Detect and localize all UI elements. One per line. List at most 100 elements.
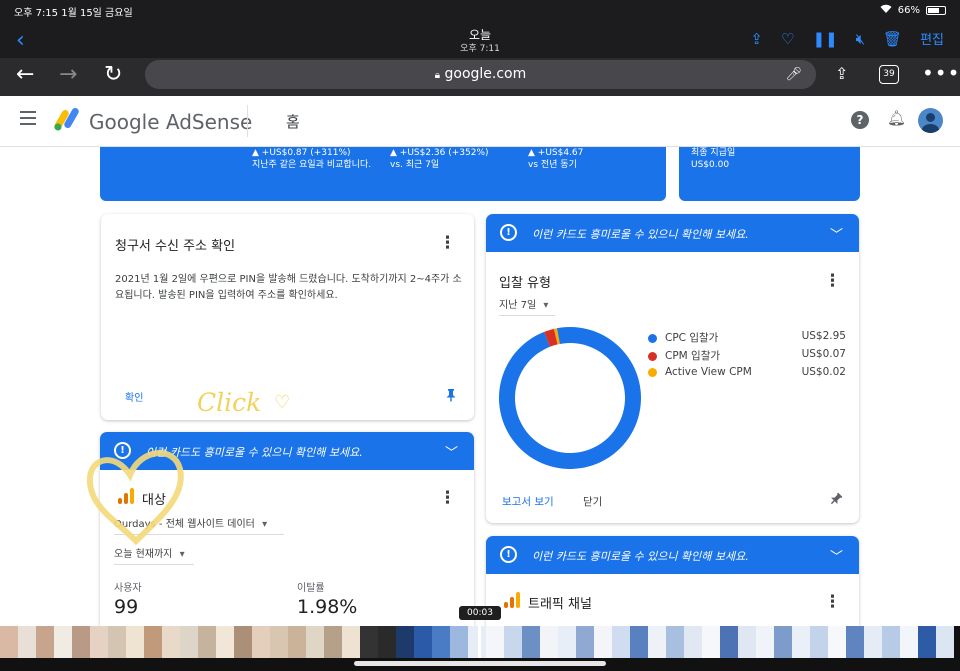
brand-name: Google AdSense xyxy=(89,110,253,134)
back-arrow-icon[interactable]: ← xyxy=(16,62,34,87)
video-thumbnail xyxy=(252,626,270,658)
video-thumbnail xyxy=(846,626,864,658)
video-thumbnail xyxy=(288,626,306,658)
photos-toolbar: ‹ 오늘 오후 7:11 ⇪ ♡ ❚❚ 🔇︎ 🗑︎ 편집 xyxy=(0,22,960,58)
legend-value: US$0.02 xyxy=(801,366,846,378)
tab-count-button[interactable]: 39 xyxy=(879,65,899,84)
more-icon[interactable]: ••• xyxy=(922,61,960,85)
forward-arrow-icon[interactable]: → xyxy=(59,62,77,87)
view-report-link[interactable]: 보고서 보기 xyxy=(502,494,554,509)
microphone-icon[interactable]: 🎤︎ xyxy=(785,60,802,89)
video-time: 00:03 xyxy=(459,606,501,620)
video-thumbnail xyxy=(756,626,774,658)
video-thumbnail xyxy=(18,626,36,658)
earnings-summary-card: ▲ +US$0.87 (+311%) 지난주 같은 요일과 비교합니다. ▲ +… xyxy=(100,147,666,201)
close-button[interactable]: 닫기 xyxy=(583,494,602,509)
donut-slice-1 xyxy=(499,327,641,469)
metric-value-bounce: 1.98% xyxy=(297,596,358,618)
video-thumbnail xyxy=(936,626,954,658)
stat-1: ▲ +US$0.87 (+311%) 지난주 같은 요일과 비교합니다. xyxy=(252,148,372,170)
pin-icon[interactable] xyxy=(445,388,457,402)
ios-status-bar: 오후 7:15 1월 15일 금요일 66% xyxy=(0,0,960,22)
video-thumbnail xyxy=(72,626,90,658)
share-icon[interactable]: ⇪ xyxy=(835,64,848,83)
bell-icon[interactable]: 🔔︎ xyxy=(887,109,906,127)
date-range-select[interactable]: 지난 7일 ▾ xyxy=(499,296,555,316)
video-thumbnail xyxy=(774,626,792,658)
video-thumbnail xyxy=(612,626,630,658)
dropdown-arrow-icon: ▾ xyxy=(543,300,549,311)
avatar[interactable] xyxy=(918,108,943,133)
video-thumbnail xyxy=(558,626,576,658)
stat-2: ▲ +US$2.36 (+352%) vs. 최근 7일 xyxy=(390,148,489,170)
browser-toolbar: ← → ↻ 🔒︎ google.com 🎤︎ ⇪ 39 ••• xyxy=(0,58,960,96)
edit-button[interactable]: 편집 xyxy=(920,29,944,48)
small-heart-icon: ♡ xyxy=(274,392,291,413)
video-thumbnail xyxy=(792,626,810,658)
chevron-down-icon[interactable]: ﹀ xyxy=(445,442,458,461)
legend-dot xyxy=(648,333,657,343)
header-divider xyxy=(247,105,248,137)
tip-bar: ! 이런 카드도 흥미로울 수 있으니 확인해 보세요. ﹀ xyxy=(486,536,859,574)
video-thumbnail xyxy=(882,626,900,658)
video-thumbnail xyxy=(522,626,540,658)
click-annotation: Click xyxy=(197,388,262,417)
video-thumbnail xyxy=(504,626,522,658)
metric-value-users: 99 xyxy=(114,596,139,618)
status-time-date: 오후 7:15 1월 15일 금요일 xyxy=(14,8,133,19)
stat-3: ▲ +US$4.67 vs 전년 동기 xyxy=(528,148,584,170)
more-vert-icon[interactable]: ⋮ xyxy=(824,594,841,611)
video-thumbnail xyxy=(234,626,252,658)
url-text: google.com xyxy=(444,66,527,82)
confirm-button[interactable]: 확인 xyxy=(125,389,143,404)
more-vert-icon[interactable]: ⋮ xyxy=(439,490,456,507)
battery-percent: 66% xyxy=(897,4,920,16)
adsense-page: Google AdSense 홈 ? 🔔︎ ▲ +US$0.87 (+311%)… xyxy=(0,96,960,626)
video-thumbnail xyxy=(630,626,648,658)
payment-value: US$0.00 xyxy=(691,160,730,170)
video-thumbnail xyxy=(828,626,846,658)
video-thumbnail xyxy=(594,626,612,658)
payment-label: 최종 지급일 xyxy=(691,148,736,158)
video-thumbnail xyxy=(216,626,234,658)
dropdown-arrow-icon: ▾ xyxy=(262,519,268,530)
pause-icon[interactable]: ❚❚ xyxy=(812,30,837,48)
menu-icon[interactable] xyxy=(20,111,36,125)
video-thumbnail xyxy=(180,626,198,658)
video-thumbnail xyxy=(306,626,324,658)
video-thumbnail xyxy=(918,626,936,658)
pin-icon[interactable] xyxy=(829,492,843,506)
video-thumbnail xyxy=(576,626,594,658)
chevron-down-icon[interactable]: ﹀ xyxy=(830,546,843,565)
video-thumbnail xyxy=(540,626,558,658)
address-bar[interactable]: 🔒︎ google.com 🎤︎ xyxy=(145,60,816,89)
video-thumbnail xyxy=(108,626,126,658)
home-indicator[interactable] xyxy=(354,661,606,666)
video-thumbnail xyxy=(432,626,450,658)
video-thumbnail xyxy=(702,626,720,658)
lock-icon: 🔒︎ xyxy=(434,70,441,81)
metric-label-bounce: 이탈률 xyxy=(297,583,325,594)
lightbulb-icon: ! xyxy=(500,546,517,563)
adsense-logo-icon xyxy=(54,108,79,131)
reload-icon[interactable]: ↻ xyxy=(104,62,122,87)
more-vert-icon[interactable]: ⋮ xyxy=(824,273,841,290)
more-vert-icon[interactable]: ⋮ xyxy=(439,235,456,252)
share-icon[interactable]: ⇪ xyxy=(750,30,763,48)
adsense-header: Google AdSense 홈 ? 🔔︎ xyxy=(0,96,960,147)
playhead[interactable] xyxy=(478,620,481,658)
video-thumbnail xyxy=(396,626,414,658)
help-icon[interactable]: ? xyxy=(851,111,869,129)
trash-icon[interactable]: 🗑︎ xyxy=(883,30,902,48)
video-thumbnail xyxy=(324,626,342,658)
legend-dot xyxy=(648,351,657,361)
tip-text: 이런 카드도 흥미로울 수 있으니 확인해 보세요. xyxy=(532,228,749,241)
chevron-down-icon[interactable]: ﹀ xyxy=(830,224,843,243)
heart-icon[interactable]: ♡ xyxy=(781,30,794,48)
video-thumbnail xyxy=(450,626,468,658)
tip-text: 이런 카드도 흥미로울 수 있으니 확인해 보세요. xyxy=(532,550,749,563)
mute-icon[interactable]: 🔇︎ xyxy=(856,30,865,48)
video-thumbnail xyxy=(270,626,288,658)
traffic-title: 트래픽 채널 xyxy=(528,597,592,612)
heart-annotation xyxy=(86,450,184,546)
